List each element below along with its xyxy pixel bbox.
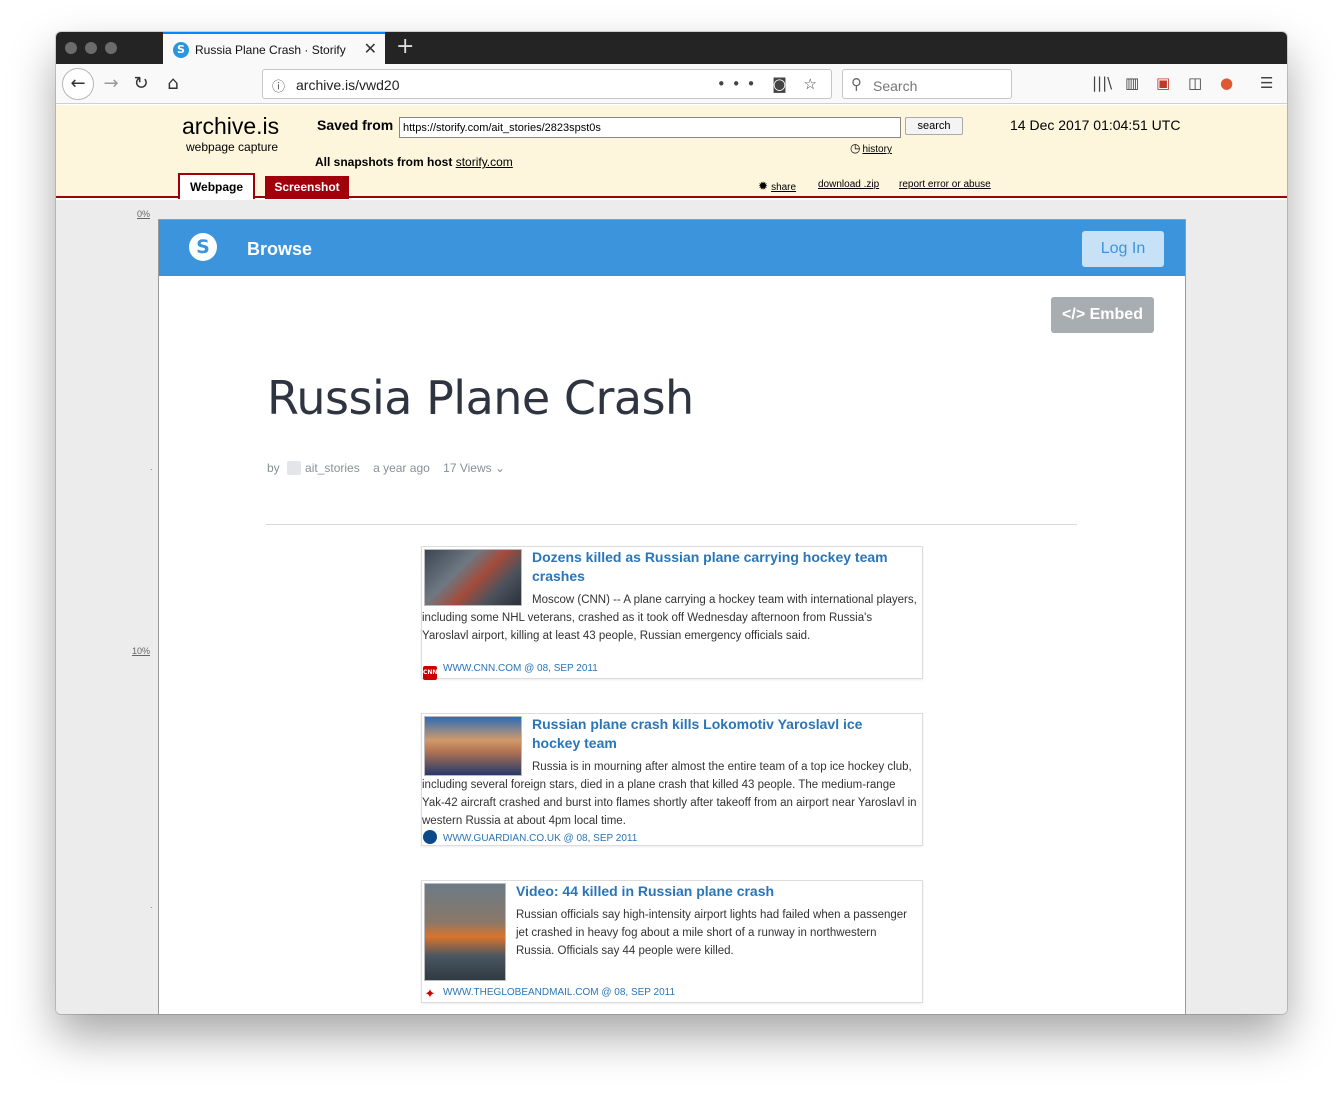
card-thumbnail[interactable] (424, 883, 506, 981)
archive-search-button[interactable]: search (905, 117, 963, 135)
archived-page: S Browse Log In </> Embed Russia Plane C… (158, 219, 1186, 1014)
home-button[interactable]: ⌂ (158, 69, 188, 99)
card-source[interactable]: CNN WWW.CNN.COM @ 08, SEP 2011 (423, 663, 598, 680)
home-icon: ⌂ (167, 73, 179, 94)
login-button[interactable]: Log In (1082, 231, 1164, 267)
search-placeholder: Search (873, 78, 918, 94)
report-link[interactable]: report error or abuse (899, 179, 991, 190)
close-window-button[interactable] (65, 42, 77, 54)
history-label: history (862, 144, 892, 155)
tab-title: Russia Plane Crash · Storify (195, 43, 346, 57)
card-title[interactable]: Dozens killed as Russian plane carrying … (532, 548, 912, 586)
search-bar[interactable]: ⚲ Search (842, 69, 1012, 99)
story-card[interactable]: Russian plane crash kills Lokomotiv Yaro… (421, 713, 923, 846)
card-source-label: WWW.GUARDIAN.CO.UK @ 08, SEP 2011 (443, 833, 638, 844)
author-avatar[interactable] (287, 461, 302, 475)
share-label: share (771, 182, 797, 193)
ruler-marker: . (150, 462, 153, 472)
tab-bar: S Russia Plane Crash · Storify ✕ + (56, 32, 1287, 64)
tab-screenshot[interactable]: Screenshot (265, 176, 349, 199)
story-time: a year ago (373, 461, 430, 475)
bookmark-star-icon[interactable]: ☆ (804, 75, 823, 93)
history-clock-icon: ◷ (850, 141, 861, 155)
url-text[interactable]: archive.is/vwd20 (296, 77, 400, 93)
duckduckgo-icon[interactable]: ● (1220, 74, 1233, 92)
card-title[interactable]: Video: 44 killed in Russian plane crash (516, 882, 916, 901)
storify-favicon-icon: S (173, 42, 189, 58)
story-card[interactable]: Dozens killed as Russian plane carrying … (421, 546, 923, 680)
card-text: Russian officials say high-intensity air… (516, 909, 908, 957)
embed-button[interactable]: </> Embed (1051, 297, 1154, 333)
capture-date: 14 Dec 2017 01:04:51 UTC (1010, 117, 1181, 133)
archive-header: archive.is webpage capture Saved from se… (56, 105, 1287, 199)
card-source-label: WWW.CNN.COM @ 08, SEP 2011 (443, 663, 598, 674)
card-source[interactable]: WWW.GUARDIAN.CO.UK @ 08, SEP 2011 (423, 830, 637, 844)
meta-by: by (267, 461, 280, 475)
ruler-0-percent[interactable]: 0% (137, 209, 150, 219)
tab-webpage[interactable]: Webpage (178, 173, 255, 199)
sidebar-icon[interactable]: ◫ (1188, 74, 1202, 92)
chevron-down-icon: ⌄ (494, 461, 506, 475)
guardian-logo-icon (423, 830, 437, 844)
reload-button[interactable]: ↻ (126, 69, 156, 99)
zoom-window-button[interactable] (105, 42, 117, 54)
card-source[interactable]: ✦ WWW.THEGLOBEANDMAIL.COM @ 08, SEP 2011 (423, 987, 676, 1002)
share-icon: ✹ (758, 179, 769, 193)
card-text: Russia is in mourning after almost the e… (422, 761, 917, 827)
search-icon: ⚲ (851, 75, 862, 93)
forward-button[interactable]: → (96, 69, 126, 99)
views-count: 17 Views (443, 461, 492, 475)
tab-close-icon[interactable]: ✕ (364, 39, 377, 58)
browser-window: S Russia Plane Crash · Storify ✕ + ← → ↻… (56, 32, 1287, 1014)
history-link[interactable]: ◷ history (850, 141, 892, 155)
back-button[interactable]: ← (62, 68, 94, 100)
views-dropdown[interactable]: 17 Views ⌄ (443, 461, 505, 475)
url-bar[interactable]: ⓘ archive.is/vwd20 ••• ◙ ☆ (262, 69, 832, 99)
download-zip-link[interactable]: download .zip (818, 179, 879, 190)
browse-link[interactable]: Browse (247, 239, 312, 260)
storify-logo-icon[interactable]: S (189, 233, 217, 261)
url-actions: ••• ◙ ☆ (717, 75, 823, 93)
reload-icon: ↻ (133, 73, 149, 94)
navigation-toolbar: ← → ↻ ⌂ ⓘ archive.is/vwd20 ••• ◙ ☆ ⚲ Sea… (56, 64, 1287, 104)
new-tab-button[interactable]: + (396, 34, 414, 59)
story-title: Russia Plane Crash (267, 371, 694, 425)
card-title[interactable]: Russian plane crash kills Lokomotiv Yaro… (532, 715, 912, 753)
snapshots-label: All snapshots from host (315, 155, 453, 169)
pocket-icon[interactable]: ◙ (772, 75, 793, 93)
divider (266, 524, 1077, 525)
ruler-marker: . (150, 900, 153, 910)
code-icon: </> (1062, 306, 1086, 323)
saved-from-label: Saved from (317, 117, 394, 133)
card-text: Moscow (CNN) -- A plane carrying a hocke… (422, 594, 917, 642)
arrow-right-icon: → (103, 73, 119, 94)
archive-subtitle: webpage capture (186, 140, 279, 154)
minimize-window-button[interactable] (85, 42, 97, 54)
arrow-left-icon: ← (70, 73, 86, 94)
story-meta: by ait_stories a year ago 17 Views ⌄ (267, 461, 505, 475)
story-card[interactable]: Video: 44 killed in Russian plane crash … (421, 880, 923, 1003)
embed-label: Embed (1089, 306, 1143, 323)
page-actions-icon[interactable]: ••• (717, 75, 762, 93)
share-link[interactable]: ✹ share (758, 179, 796, 193)
pdf-icon[interactable]: ▣ (1156, 74, 1170, 92)
menu-icon[interactable]: ☰ (1260, 74, 1273, 92)
browser-tab-active[interactable]: S Russia Plane Crash · Storify ✕ (163, 32, 385, 64)
saved-from-input[interactable] (399, 117, 901, 138)
cnn-logo-icon: CNN (423, 666, 437, 680)
library-icon[interactable]: |||\ (1092, 74, 1112, 92)
snapshots-host-link[interactable]: storify.com (456, 155, 513, 169)
globe-and-mail-maple-leaf-icon: ✦ (424, 987, 436, 1002)
all-snapshots: All snapshots from host storify.com (315, 155, 513, 169)
ruler-10-percent[interactable]: 10% (132, 646, 150, 656)
archive-logo[interactable]: archive.is (182, 113, 279, 140)
info-icon[interactable]: ⓘ (272, 76, 285, 95)
author-link[interactable]: ait_stories (305, 461, 360, 475)
storify-header: S Browse Log In (159, 220, 1185, 276)
card-source-label: WWW.THEGLOBEANDMAIL.COM @ 08, SEP 2011 (443, 987, 676, 998)
trash-icon[interactable]: ▥ (1125, 74, 1139, 92)
